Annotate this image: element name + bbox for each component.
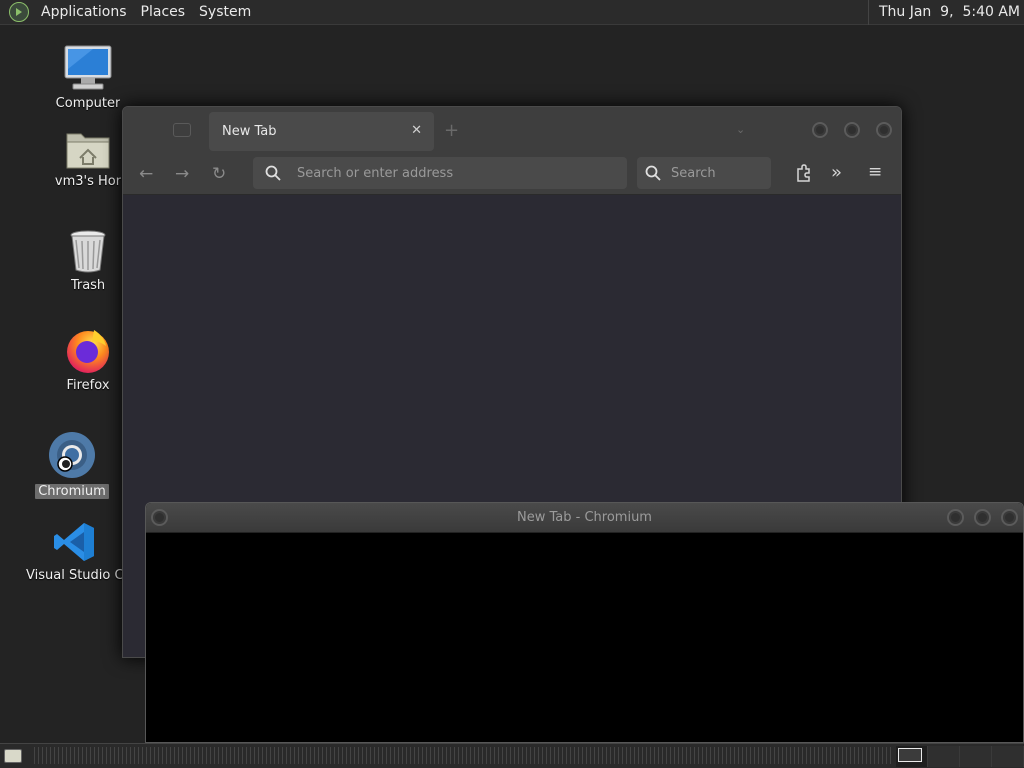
- firefox-view-button[interactable]: [173, 123, 191, 137]
- workspace-1[interactable]: [896, 746, 928, 767]
- address-input[interactable]: [297, 165, 597, 181]
- hamburger-menu-icon[interactable]: ≡: [868, 162, 882, 182]
- workspace-4[interactable]: [992, 746, 1024, 767]
- desktop-icon-label: Computer: [55, 96, 121, 111]
- chromium-titlebar[interactable]: New Tab - Chromium: [146, 503, 1023, 533]
- minimize-button[interactable]: [812, 122, 828, 138]
- clock[interactable]: Thu Jan 9, 5:40 AM: [867, 0, 1020, 25]
- chevron-down-icon[interactable]: ⌄: [736, 123, 745, 136]
- chromium-window-title: New Tab - Chromium: [517, 510, 652, 525]
- window-list[interactable]: [34, 747, 892, 764]
- trash-icon: [70, 230, 106, 273]
- desktop-icon-label: Chromium: [35, 484, 109, 499]
- computer-icon: [64, 45, 112, 90]
- chromium-icon: [49, 432, 95, 478]
- search-bar[interactable]: [637, 157, 771, 189]
- overflow-chevrons-icon[interactable]: »: [831, 162, 842, 183]
- vscode-icon: [54, 523, 94, 561]
- bottom-panel: [0, 743, 1024, 768]
- workspace-2[interactable]: [928, 746, 960, 767]
- menu-system[interactable]: System: [192, 4, 258, 20]
- menu-places[interactable]: Places: [134, 4, 193, 20]
- menu-applications[interactable]: Applications: [34, 4, 134, 20]
- home-folder-icon: [66, 133, 110, 169]
- reload-icon[interactable]: ↻: [212, 164, 226, 184]
- desktop-icon-chromium[interactable]: Chromium: [24, 430, 120, 499]
- url-bar[interactable]: [253, 157, 627, 189]
- workspace-switcher[interactable]: [896, 746, 1024, 767]
- desktop-icon-label: Visual Studio Co: [26, 568, 122, 583]
- desktop-icon-label: Firefox: [66, 378, 110, 393]
- close-window-button[interactable]: [1001, 509, 1018, 526]
- desktop-icon-label: vm3's Hor: [54, 174, 122, 189]
- tab-title: New Tab: [222, 124, 277, 139]
- maximize-button[interactable]: [844, 122, 860, 138]
- desktop-icon-vscode[interactable]: Visual Studio Co: [26, 520, 122, 583]
- chromium-window[interactable]: New Tab - Chromium: [145, 502, 1024, 743]
- new-tab-plus-icon[interactable]: +: [444, 120, 459, 141]
- search-icon: [265, 165, 285, 181]
- firefox-icon: [67, 330, 109, 373]
- desktop-icon-label: Trash: [70, 278, 106, 293]
- search-input[interactable]: [671, 165, 761, 181]
- close-icon[interactable]: ✕: [411, 123, 422, 138]
- forward-arrow-icon[interactable]: →: [175, 164, 189, 184]
- top-panel: Applications Places System Thu Jan 9, 5:…: [0, 0, 1024, 25]
- show-desktop-icon[interactable]: [4, 749, 22, 763]
- applications-logo-icon[interactable]: [9, 2, 29, 22]
- search-icon: [645, 165, 665, 181]
- extensions-icon[interactable]: [795, 164, 811, 186]
- window-menu-button[interactable]: [151, 509, 168, 526]
- back-arrow-icon[interactable]: ←: [139, 164, 153, 184]
- desktop-icon-computer[interactable]: Computer: [40, 44, 136, 111]
- minimize-button[interactable]: [947, 509, 964, 526]
- close-window-button[interactable]: [876, 122, 892, 138]
- maximize-button[interactable]: [974, 509, 991, 526]
- tab-bar: New Tab ✕ + ⌄: [123, 107, 901, 153]
- tab-new-tab[interactable]: New Tab ✕: [209, 112, 434, 151]
- workspace-3[interactable]: [960, 746, 992, 767]
- navigation-toolbar: ← → ↻ » ≡: [123, 153, 901, 195]
